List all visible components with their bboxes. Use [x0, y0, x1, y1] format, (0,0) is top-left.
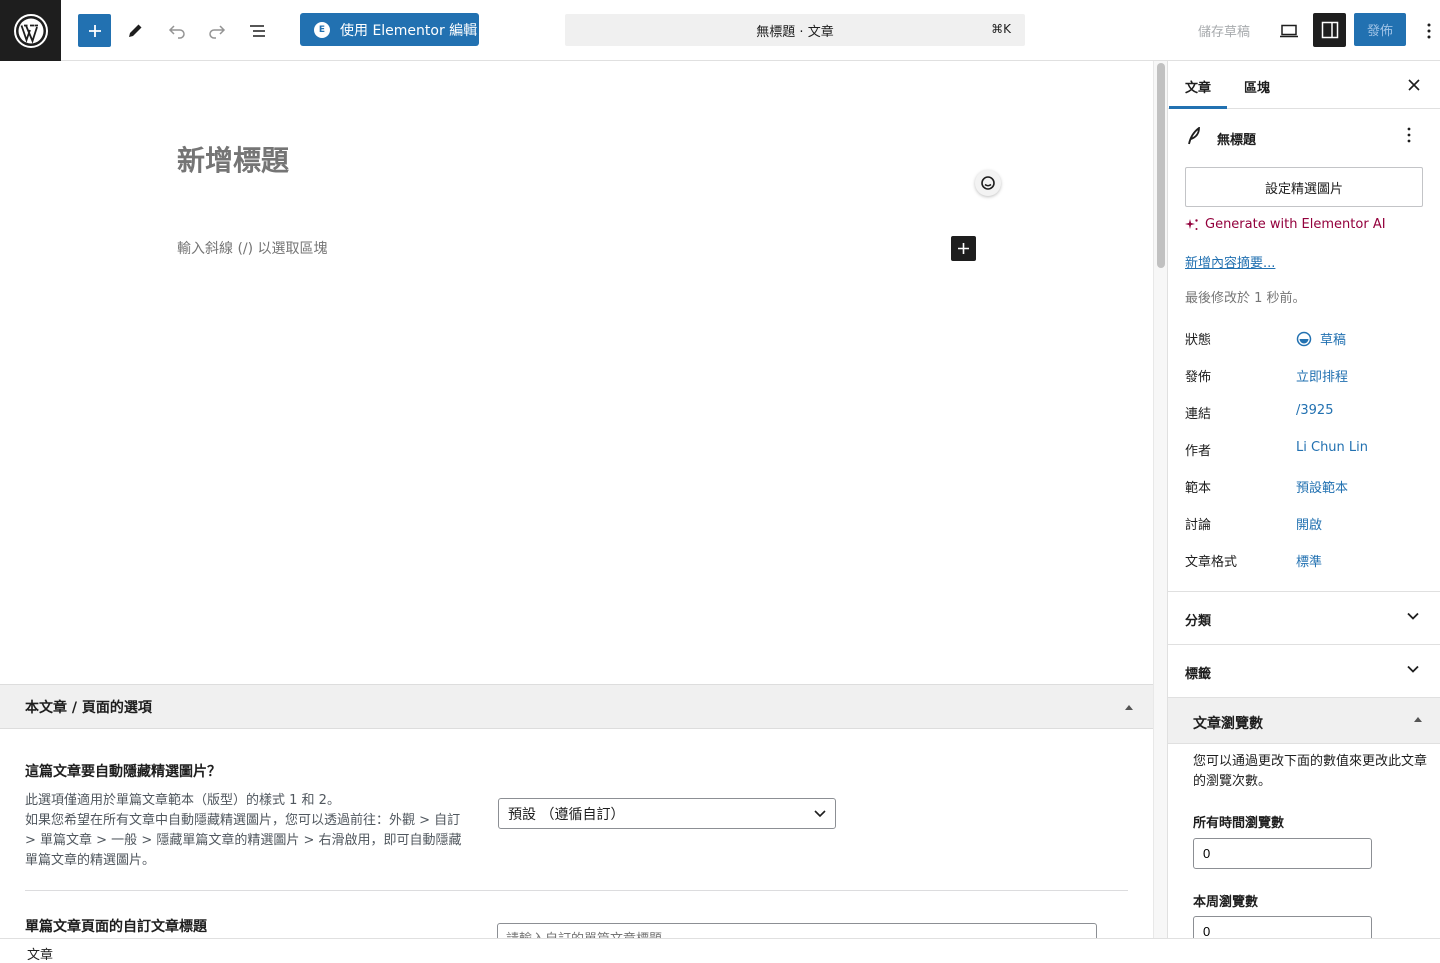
- description-line: 此選項僅適用於單篇文章範本（版型）的樣式 1 和 2。: [25, 793, 340, 808]
- save-draft-button[interactable]: 儲存草稿: [1198, 21, 1250, 40]
- all-time-views-label: 所有時間瀏覽數: [1193, 816, 1285, 831]
- sidebar-icon: [1321, 21, 1338, 39]
- document-bar-title: 無標題 · 文章: [756, 24, 834, 40]
- tab-block[interactable]: 區塊: [1244, 77, 1270, 96]
- description-line: 如果您希望在所有文章中自動隱藏精選圖片，您可以透過前往：外觀 > 自訂: [25, 813, 461, 828]
- post-options-metabox: 本文章 / 頁面的選項 這篇文章要自動隱藏精選圖片？ 此選項僅適用於單篇文章範本…: [0, 684, 1153, 954]
- post-views-header[interactable]: 文章瀏覽數: [1168, 698, 1440, 744]
- status-value-text: 草稿: [1320, 333, 1347, 348]
- select-value: 預設 （遵循自訂）: [508, 806, 625, 823]
- grammarly-icon[interactable]: [975, 170, 1001, 196]
- tools-button[interactable]: [118, 14, 151, 47]
- editor-footer: 文章: [0, 938, 1440, 963]
- sparkle-icon: [1185, 218, 1198, 230]
- desktop-icon: [1280, 24, 1298, 37]
- weekly-views-label: 本周瀏覽數: [1193, 895, 1259, 910]
- ai-link-label: Generate with Elementor AI: [1205, 217, 1386, 232]
- sidebar-tabs: 文章 區塊: [1168, 61, 1440, 109]
- scrollbar-thumb[interactable]: [1157, 63, 1165, 268]
- plus-icon: [958, 243, 969, 254]
- collapse-up-icon[interactable]: [1413, 716, 1423, 723]
- document-bar[interactable]: 無標題 · 文章 ⌘K: [565, 14, 1025, 46]
- more-vertical-icon[interactable]: [1407, 127, 1411, 147]
- post-format-value[interactable]: 標準: [1296, 551, 1322, 570]
- author-label: 作者: [1185, 444, 1212, 459]
- custom-title-question: 單篇文章頁面的自訂文章標題: [25, 919, 207, 935]
- redo-icon: [208, 24, 225, 39]
- tags-panel[interactable]: 標籤: [1168, 644, 1440, 697]
- draft-status-icon: [1296, 331, 1312, 346]
- options-menu-button[interactable]: [1418, 14, 1440, 47]
- close-icon[interactable]: [1406, 77, 1422, 93]
- settings-sidebar: 文章 區塊 無標題 設定精選圖片 Generate with Elementor…: [1167, 61, 1440, 938]
- block-inserter-button[interactable]: [78, 14, 111, 47]
- weekly-views-input[interactable]: [1193, 916, 1372, 938]
- metabox-title: 本文章 / 頁面的選項: [25, 699, 152, 716]
- editor-header: E 使用 Elementor 編輯 無標題 · 文章 ⌘K 儲存草稿 發佈: [0, 0, 1440, 61]
- generate-with-elementor-ai-link[interactable]: Generate with Elementor AI: [1185, 217, 1386, 232]
- feather-icon: [1186, 126, 1202, 149]
- list-view-icon: [249, 24, 265, 37]
- metabox-header[interactable]: 本文章 / 頁面的選項: [0, 684, 1153, 729]
- elementor-logo-icon: E: [314, 21, 330, 38]
- author-value[interactable]: Li Chun Lin: [1296, 440, 1368, 455]
- link-label: 連結: [1185, 407, 1212, 422]
- post-title-input[interactable]: 新增標題: [177, 139, 289, 179]
- last-modified-text: 最後修改於 1 秒前。: [1185, 291, 1306, 306]
- add-excerpt-link[interactable]: 新增內容摘要...: [1185, 252, 1275, 271]
- template-value[interactable]: 預設範本: [1296, 477, 1348, 496]
- post-name: 無標題: [1217, 133, 1257, 148]
- all-time-views-input[interactable]: [1193, 838, 1372, 869]
- more-vertical-icon: [1427, 23, 1431, 38]
- description-line: > 單篇文章 > 一般 > 隱藏單篇文章的精選圖片 > 右滑啟用，即可自動隱藏: [25, 833, 462, 848]
- collapse-up-icon[interactable]: [1123, 701, 1135, 713]
- hide-featured-image-question: 這篇文章要自動隱藏精選圖片？: [25, 764, 221, 780]
- active-tab-indicator: [1169, 106, 1227, 109]
- discussion-label: 討論: [1185, 518, 1212, 533]
- publish-button[interactable]: 發佈: [1354, 13, 1406, 46]
- post-views-title: 文章瀏覽數: [1193, 716, 1263, 732]
- inline-block-inserter-button[interactable]: [951, 236, 976, 261]
- publish-value[interactable]: 立即排程: [1296, 366, 1348, 385]
- categories-panel[interactable]: 分類: [1168, 591, 1440, 644]
- command-shortcut: ⌘K: [991, 22, 1011, 36]
- edit-with-elementor-button[interactable]: E 使用 Elementor 編輯: [300, 13, 479, 46]
- link-value[interactable]: /3925: [1296, 403, 1333, 418]
- wordpress-logo-icon[interactable]: [0, 0, 61, 61]
- undo-button[interactable]: [160, 14, 193, 47]
- post-views-metabox: 文章瀏覽數 您可以通過更改下面的數值來更改此文章的瀏覽次數。 所有時間瀏覽數 本…: [1168, 697, 1440, 938]
- post-format-label: 文章格式: [1185, 555, 1238, 570]
- pencil-icon: [128, 24, 141, 37]
- editor-scrollbar[interactable]: [1153, 61, 1167, 938]
- hide-featured-image-select[interactable]: 預設 （遵循自訂）: [498, 798, 836, 829]
- elementor-button-label: 使用 Elementor 編輯: [340, 22, 478, 39]
- metabox-divider: [25, 890, 1128, 891]
- editor-canvas: 新增標題 輸入斜線 (/) 以選取區塊: [0, 61, 1153, 684]
- hide-featured-image-description: 此選項僅適用於單篇文章範本（版型）的樣式 1 和 2。 如果您希望在所有文章中自…: [25, 791, 475, 871]
- tags-panel-title: 標籤: [1185, 667, 1212, 682]
- undo-icon: [168, 24, 185, 39]
- preview-button[interactable]: [1274, 14, 1304, 47]
- post-views-description: 您可以通過更改下面的數值來更改此文章的瀏覽次數。: [1193, 754, 1428, 789]
- set-featured-image-button[interactable]: 設定精選圖片: [1185, 167, 1423, 207]
- template-label: 範本: [1185, 481, 1212, 496]
- chevron-down-icon: [814, 810, 826, 818]
- chevron-down-icon: [1407, 665, 1419, 673]
- publish-label: 發佈: [1185, 370, 1212, 385]
- discussion-value[interactable]: 開啟: [1296, 514, 1322, 533]
- description-line: 單篇文章的精選圖片。: [25, 853, 156, 868]
- plus-icon: [88, 24, 101, 37]
- settings-toggle-button[interactable]: [1313, 13, 1346, 47]
- block-placeholder[interactable]: 輸入斜線 (/) 以選取區塊: [177, 238, 328, 258]
- status-label: 狀態: [1185, 333, 1212, 348]
- breadcrumb[interactable]: 文章: [27, 948, 53, 963]
- document-overview-button[interactable]: [241, 14, 274, 47]
- categories-panel-title: 分類: [1185, 614, 1212, 629]
- tab-post[interactable]: 文章: [1185, 77, 1211, 96]
- chevron-down-icon: [1407, 612, 1419, 620]
- status-value[interactable]: 草稿: [1296, 329, 1346, 348]
- redo-button[interactable]: [200, 14, 233, 47]
